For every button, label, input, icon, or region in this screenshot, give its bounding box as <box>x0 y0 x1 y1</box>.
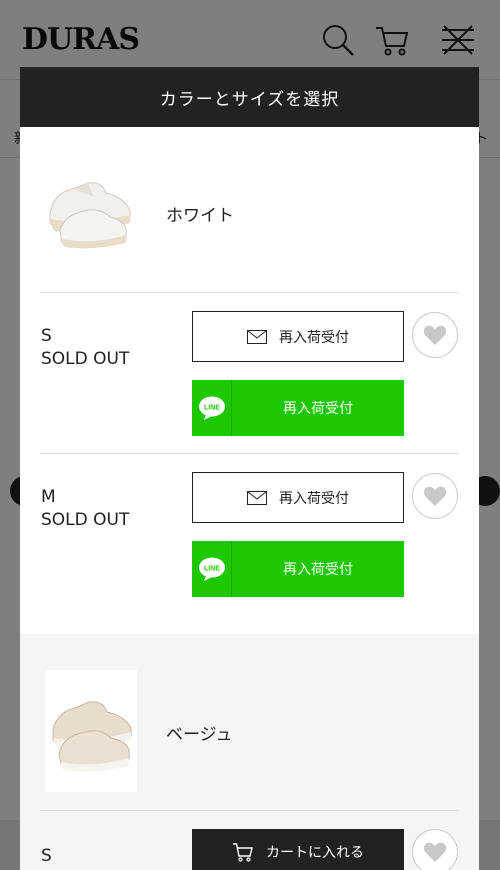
size-value: M <box>41 487 56 507</box>
mail-icon <box>247 329 267 344</box>
size-label: S SOLD OUT <box>41 325 129 371</box>
line-restock-label: 再入荷受付 <box>283 401 353 417</box>
size-value: S <box>41 326 52 346</box>
line-badge: LINE <box>192 541 232 597</box>
heart-icon <box>423 325 447 345</box>
line-restock-button[interactable]: LINE 再入荷受付 <box>192 541 404 597</box>
product-thumbnail-beige <box>45 670 137 792</box>
line-icon: LINE <box>198 557 225 581</box>
stock-status: SOLD OUT <box>41 510 130 530</box>
restock-label: 再入荷受付 <box>279 490 349 507</box>
svg-text:LINE: LINE <box>204 405 220 412</box>
color-header: ベージュ <box>20 634 479 810</box>
color-name: ホワイト <box>166 206 234 226</box>
size-row-s: S SOLD OUT 再入荷受付 LINE 再入荷受付 <box>20 293 479 453</box>
add-to-cart-label: カートに入れる <box>266 845 364 861</box>
add-to-cart-button[interactable]: カートに入れる <box>192 829 404 870</box>
line-badge: LINE <box>192 380 232 436</box>
favorite-button[interactable] <box>412 473 458 519</box>
favorite-button[interactable] <box>412 829 458 870</box>
color-section-white: ホワイト S SOLD OUT 再入荷受付 LINE 再入荷受付 M SOLD … <box>20 127 479 634</box>
line-restock-button[interactable]: LINE 再入荷受付 <box>192 380 404 436</box>
favorite-button[interactable] <box>412 312 458 358</box>
svg-text:LINE: LINE <box>204 566 220 573</box>
restock-email-button[interactable]: 再入荷受付 <box>192 311 404 362</box>
line-restock-label: 再入荷受付 <box>283 562 353 578</box>
stock-status: SOLD OUT <box>41 349 130 369</box>
size-label: S <box>41 845 52 868</box>
heart-icon <box>423 486 447 506</box>
size-row-m: M SOLD OUT 再入荷受付 LINE 再入荷受付 <box>20 454 479 614</box>
restock-email-button[interactable]: 再入荷受付 <box>192 472 404 523</box>
color-header: ホワイト <box>20 127 479 292</box>
restock-label: 再入荷受付 <box>279 329 349 346</box>
color-size-modal: カラーとサイズを選択 ホワイト S SOLD OUT 再入荷受付 LINE 再入… <box>20 67 479 870</box>
heart-icon <box>423 842 447 862</box>
line-icon: LINE <box>198 396 225 420</box>
color-name: ベージュ <box>166 725 233 745</box>
product-thumbnail-white <box>49 182 131 249</box>
modal-title: カラーとサイズを選択 <box>20 67 479 127</box>
size-value: S <box>41 846 52 866</box>
color-section-beige: ベージュ S カートに入れる <box>20 634 479 870</box>
size-label: M SOLD OUT <box>41 486 129 532</box>
mail-icon <box>247 490 267 505</box>
size-row-s: S カートに入れる <box>20 811 479 870</box>
cart-icon <box>233 843 253 862</box>
